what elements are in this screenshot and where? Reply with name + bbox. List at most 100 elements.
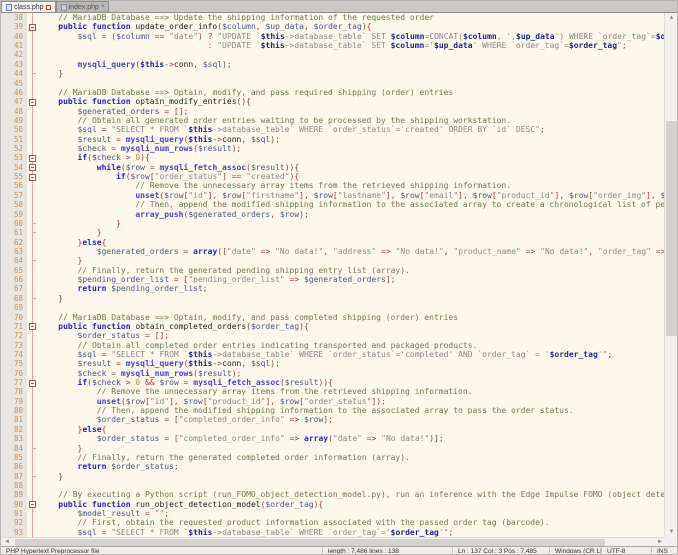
line-number[interactable]: 50 xyxy=(1,125,27,135)
fold-margin[interactable] xyxy=(27,153,39,163)
code-line[interactable]: 38 // MariaDB Database ==> Update the sh… xyxy=(1,13,666,23)
line-number[interactable]: 66 xyxy=(1,275,27,285)
code-line[interactable]: 43 mysqli_query($this->conn, $sql); xyxy=(1,59,666,70)
line-number[interactable]: 61 xyxy=(1,228,27,238)
code-line[interactable]: 61 } xyxy=(1,228,666,238)
code-line[interactable]: 59 array_push($generated_orders, $row); xyxy=(1,209,666,219)
line-number[interactable]: 54 xyxy=(1,162,27,173)
line-number[interactable]: 45 xyxy=(1,78,27,88)
code-line[interactable]: 70 // MariaDB Database ==> Optain, modif… xyxy=(1,312,666,322)
code-line[interactable]: 68 } xyxy=(1,293,666,304)
close-tab-icon[interactable] xyxy=(45,4,51,10)
code-line[interactable]: 81 $order_status = ["completed_order_inf… xyxy=(1,415,666,425)
fold-margin[interactable] xyxy=(27,125,39,135)
code-line[interactable]: 69 xyxy=(1,303,666,313)
line-number[interactable]: 91 xyxy=(1,509,27,519)
line-number[interactable]: 89 xyxy=(1,490,27,500)
line-number[interactable]: 58 xyxy=(1,200,27,210)
code-line[interactable]: 46 // MariaDB Database ==> Optain, modif… xyxy=(1,87,666,98)
line-number[interactable]: 93 xyxy=(1,527,27,537)
line-number[interactable]: 64 xyxy=(1,256,27,266)
code-line[interactable]: 55 if($row["order_status"] == "created")… xyxy=(1,172,666,182)
fold-margin[interactable] xyxy=(27,480,39,491)
code-line[interactable]: 87 } xyxy=(1,471,666,481)
code-line[interactable]: 45 xyxy=(1,78,666,88)
code-line[interactable]: 40 $sql = ($column == "date") ? "UPDATE … xyxy=(1,31,666,42)
horizontal-scrollbar-thumb[interactable] xyxy=(15,539,605,546)
line-number[interactable]: 39 xyxy=(1,22,27,32)
code-line[interactable]: 84 } xyxy=(1,443,666,453)
fold-toggle-icon[interactable] xyxy=(29,173,36,181)
line-number[interactable]: 53 xyxy=(1,153,27,163)
fold-margin[interactable] xyxy=(27,144,39,154)
fold-margin[interactable] xyxy=(27,41,39,51)
fold-margin[interactable] xyxy=(27,265,39,276)
fold-margin[interactable] xyxy=(27,13,39,23)
fold-margin[interactable] xyxy=(27,200,39,210)
fold-toggle-icon[interactable] xyxy=(29,501,36,509)
close-tab-icon[interactable]: × xyxy=(101,4,105,10)
fold-margin[interactable] xyxy=(27,527,39,537)
fold-margin[interactable] xyxy=(27,518,39,528)
code-line[interactable]: 57 unset($row["id"], $row["firstname"], … xyxy=(1,190,666,201)
fold-margin[interactable] xyxy=(27,378,39,388)
line-number[interactable]: 52 xyxy=(1,144,27,154)
fold-margin[interactable] xyxy=(27,97,39,107)
line-number[interactable]: 62 xyxy=(1,237,27,247)
line-number[interactable]: 69 xyxy=(1,303,27,313)
code-line[interactable]: 76 $check = mysqli_num_rows($result); xyxy=(1,368,666,379)
code-line[interactable]: 51 $result = mysqli_query($this->conn, $… xyxy=(1,134,666,145)
fold-margin[interactable] xyxy=(27,387,39,397)
fold-toggle-icon[interactable] xyxy=(29,154,36,162)
code-line[interactable]: 48 $generated_orders = []; xyxy=(1,106,666,116)
line-number[interactable]: 56 xyxy=(1,181,27,191)
code-line[interactable]: 58 // Then, append the modified shipping… xyxy=(1,200,666,210)
fold-margin[interactable] xyxy=(27,275,39,285)
code-line[interactable]: 91 $model_result = ""; xyxy=(1,509,666,519)
line-number[interactable]: 86 xyxy=(1,462,27,472)
fold-margin[interactable] xyxy=(27,69,39,79)
code-line[interactable]: 73 // Obtain all completed order entries… xyxy=(1,340,666,350)
tab-class-php[interactable]: class.php xyxy=(1,1,56,12)
scroll-up-icon[interactable]: ▲ xyxy=(665,13,677,23)
code-line[interactable]: 80 // Then, append the modified shipping… xyxy=(1,406,666,416)
line-number[interactable]: 65 xyxy=(1,265,27,276)
fold-margin[interactable] xyxy=(27,172,39,182)
fold-margin[interactable] xyxy=(27,349,39,360)
fold-margin[interactable] xyxy=(27,303,39,313)
line-number[interactable]: 74 xyxy=(1,349,27,360)
line-number[interactable]: 70 xyxy=(1,312,27,322)
line-number[interactable]: 81 xyxy=(1,415,27,425)
code-line[interactable]: 64 } xyxy=(1,256,666,266)
code-line[interactable]: 39 public function update_order_info($co… xyxy=(1,22,666,32)
fold-margin[interactable] xyxy=(27,443,39,453)
fold-margin[interactable] xyxy=(27,246,39,257)
line-number[interactable]: 67 xyxy=(1,284,27,294)
vertical-scrollbar-thumb[interactable] xyxy=(666,121,677,336)
line-number[interactable]: 47 xyxy=(1,97,27,107)
fold-margin[interactable] xyxy=(27,162,39,173)
fold-margin[interactable] xyxy=(27,452,39,463)
horizontal-scrollbar[interactable]: ◄ ► xyxy=(1,537,666,546)
fold-toggle-icon[interactable] xyxy=(29,323,36,331)
code-line[interactable]: 74 $sql = "SELECT * FROM `$this->databas… xyxy=(1,349,666,360)
line-number[interactable]: 75 xyxy=(1,359,27,369)
fold-margin[interactable] xyxy=(27,106,39,116)
fold-toggle-icon[interactable] xyxy=(29,23,36,31)
line-number[interactable]: 55 xyxy=(1,172,27,182)
fold-margin[interactable] xyxy=(27,237,39,247)
line-number[interactable]: 38 xyxy=(1,13,27,23)
code-line[interactable]: 66 $pending_order_list = ["pending_order… xyxy=(1,275,666,285)
line-number[interactable]: 60 xyxy=(1,218,27,229)
code-line[interactable]: 93 $sql = "SELECT * FROM `$this->databas… xyxy=(1,527,666,537)
code-line[interactable]: 77 if($check > 0 && $row = mysqli_fetch_… xyxy=(1,378,666,388)
fold-margin[interactable] xyxy=(27,424,39,435)
fold-margin[interactable] xyxy=(27,509,39,519)
line-number[interactable]: 90 xyxy=(1,499,27,510)
line-number[interactable]: 83 xyxy=(1,434,27,444)
line-number[interactable]: 48 xyxy=(1,106,27,116)
fold-margin[interactable] xyxy=(27,368,39,379)
code-line[interactable]: 86 return $order_status; xyxy=(1,462,666,472)
code-line[interactable]: 92 // First, obtain the requested produc… xyxy=(1,518,666,528)
code-line[interactable]: 78 // Remove the unnecessary array items… xyxy=(1,387,666,397)
